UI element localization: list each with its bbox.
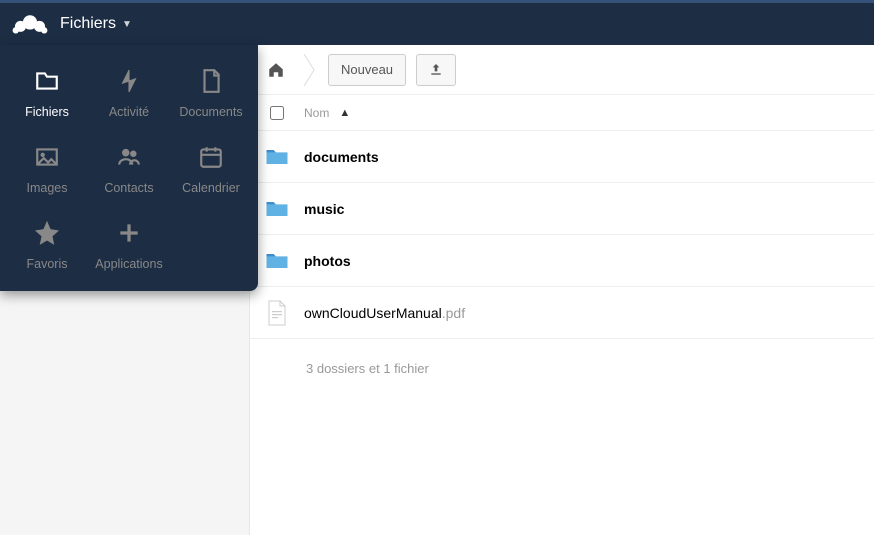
calendar-icon xyxy=(197,143,225,171)
sort-by-name[interactable]: Nom ▲ xyxy=(304,106,874,120)
upload-icon xyxy=(428,62,444,78)
app-name-label: Fichiers xyxy=(60,15,116,33)
new-button-label: Nouveau xyxy=(341,62,393,77)
chevron-down-icon: ▼ xyxy=(122,19,132,30)
folder-icon xyxy=(250,143,304,171)
appnav-label: Documents xyxy=(179,105,242,119)
appnav-label: Applications xyxy=(95,257,162,271)
contacts-icon xyxy=(115,143,143,171)
star-icon xyxy=(33,219,61,247)
activity-icon xyxy=(115,67,143,95)
app-logo[interactable] xyxy=(0,12,60,36)
appnav-label: Fichiers xyxy=(25,105,69,119)
file-row-folder[interactable]: music xyxy=(250,183,874,235)
owncloud-icon xyxy=(11,12,49,36)
appnav-item-fichiers[interactable]: Fichiers xyxy=(6,67,88,119)
home-icon xyxy=(267,61,285,79)
upload-button[interactable] xyxy=(416,54,456,86)
breadcrumb-home[interactable] xyxy=(262,56,290,84)
app-navigation-menu: Fichiers Activité Documents Images Cont xyxy=(0,45,258,291)
appnav-label: Contacts xyxy=(104,181,153,195)
file-list-summary: 3 dossiers et 1 fichier xyxy=(250,339,874,376)
folder-icon xyxy=(250,247,304,275)
document-icon xyxy=(197,67,225,95)
folder-icon xyxy=(250,195,304,223)
sort-asc-icon: ▲ xyxy=(339,107,350,119)
toolbar: Nouveau xyxy=(250,45,874,95)
file-row-folder[interactable]: documents xyxy=(250,131,874,183)
appnav-label: Activité xyxy=(109,105,149,119)
appnav-label: Calendrier xyxy=(182,181,240,195)
file-row-file[interactable]: ownCloudUserManual.pdf xyxy=(250,287,874,339)
top-bar: Fichiers ▼ xyxy=(0,0,874,45)
appnav-item-favoris[interactable]: Favoris xyxy=(6,219,88,271)
appnav-item-documents[interactable]: Documents xyxy=(170,67,252,119)
file-list-header: Nom ▲ xyxy=(250,95,874,131)
files-icon xyxy=(33,67,61,95)
appnav-item-calendrier[interactable]: Calendrier xyxy=(170,143,252,195)
file-icon xyxy=(250,299,304,327)
new-button[interactable]: Nouveau xyxy=(328,54,406,86)
appnav-item-applications[interactable]: Applications xyxy=(88,219,170,271)
appnav-item-contacts[interactable]: Contacts xyxy=(88,143,170,195)
images-icon xyxy=(33,143,61,171)
plus-icon xyxy=(115,219,143,247)
column-header-name: Nom xyxy=(304,106,329,120)
breadcrumb-separator xyxy=(300,53,318,87)
select-all-checkbox[interactable] xyxy=(270,106,284,120)
appnav-item-activite[interactable]: Activité xyxy=(88,67,170,119)
file-row-folder[interactable]: photos xyxy=(250,235,874,287)
appnav-label: Favoris xyxy=(27,257,68,271)
appnav-label: Images xyxy=(27,181,68,195)
app-menu-trigger[interactable]: Fichiers ▼ xyxy=(60,15,132,33)
main-content: Nouveau Nom ▲ documents music photos xyxy=(250,45,874,535)
appnav-item-images[interactable]: Images xyxy=(6,143,88,195)
